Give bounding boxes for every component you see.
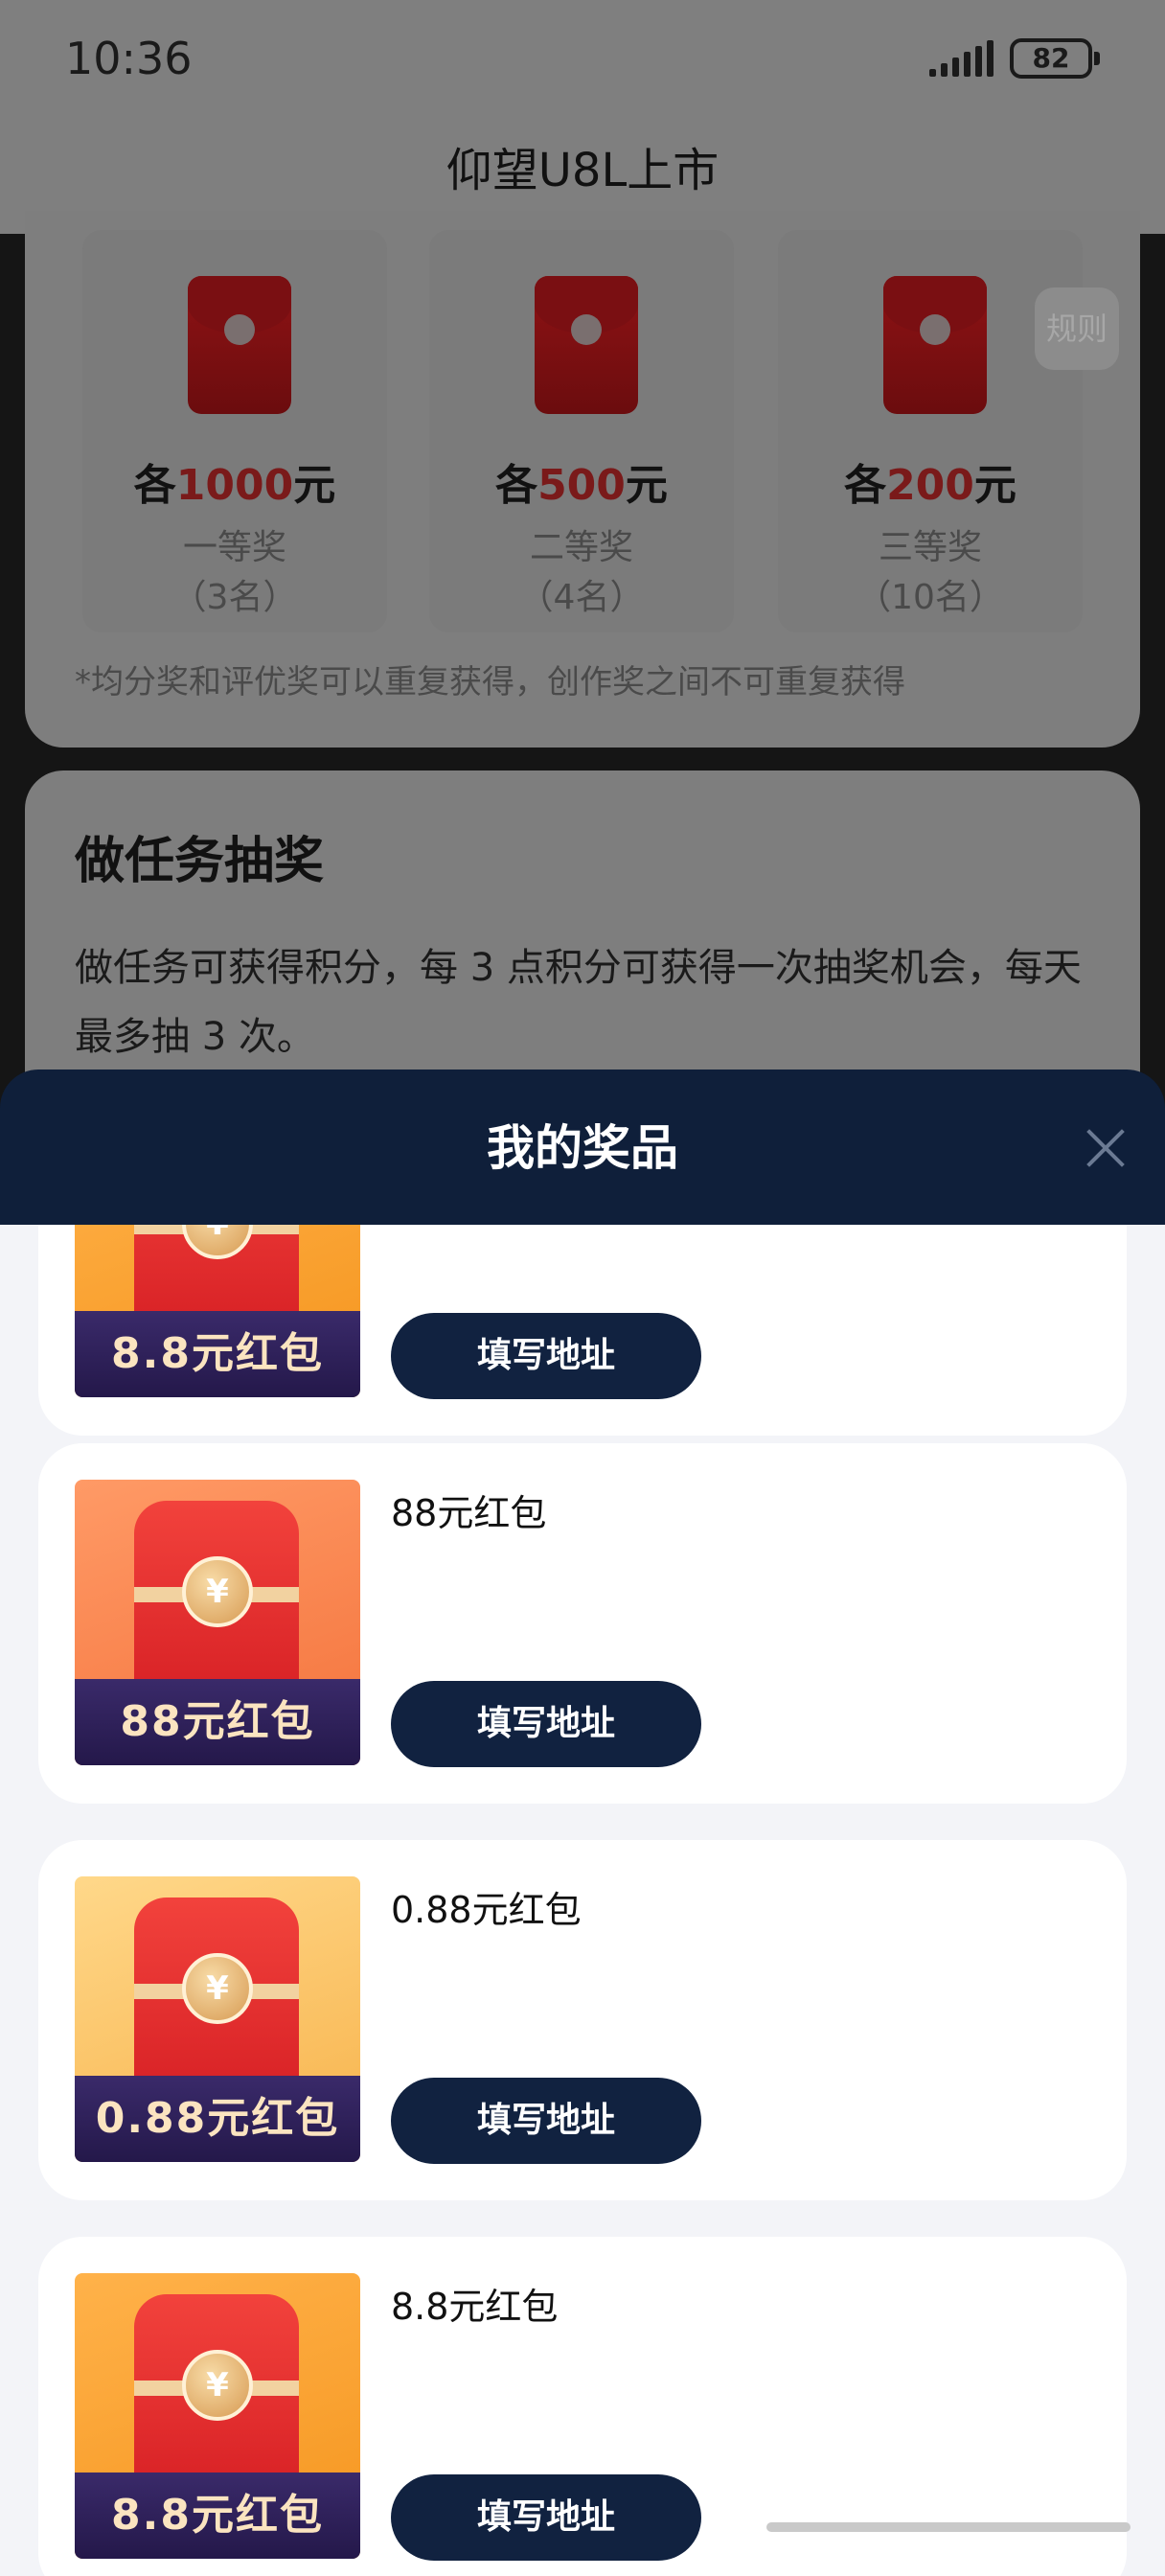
- task-title: 做任务抽奖: [75, 833, 325, 890]
- home-indicator[interactable]: [766, 2522, 1131, 2532]
- prize-pool-card: 各1000元 一等奖 （3名） 各500元 二等奖 （4名） 各200元 三等奖 （1…: [25, 211, 1140, 748]
- my-prizes-sheet-header: 我的奖品: [0, 1070, 1165, 1225]
- thumbnail-label: 8.8元红包: [75, 2472, 360, 2559]
- fill-address-button[interactable]: 填写地址: [391, 2474, 701, 2561]
- close-icon[interactable]: [1085, 1127, 1127, 1169]
- thumbnail-label: 8.8元红包: [75, 1311, 360, 1397]
- coin-icon: ¥: [182, 2350, 253, 2421]
- prize-thumbnail: ¥ 8.8元红包: [75, 1225, 360, 1397]
- fill-address-button[interactable]: 填写地址: [391, 1313, 701, 1399]
- prize-item: ¥ 88元红包 88元红包 填写地址: [38, 1443, 1127, 1804]
- prize-thumbnail: ¥ 8.8元红包: [75, 2273, 360, 2559]
- prize-rank: 三等奖 （10名）: [857, 528, 1004, 617]
- red-envelope-icon: [188, 276, 291, 414]
- fill-address-button[interactable]: 填写地址: [391, 2078, 701, 2164]
- prize-note: *均分奖和评优奖可以重复获得，创作奖之间不可重复获得: [75, 663, 905, 702]
- battery-icon: 82: [1010, 38, 1100, 79]
- prize-first: 各1000元 一等奖 （3名）: [82, 230, 387, 632]
- prize-name: 8.8元红包: [391, 2286, 559, 2328]
- fill-address-button[interactable]: 填写地址: [391, 1681, 701, 1767]
- my-prizes-list[interactable]: ¥ 8.8元红包 填写地址 ¥ 88元红包 88元红包 填写地址 ¥ 0.88元…: [0, 1225, 1165, 2576]
- prize-second: 各500元 二等奖 （4名）: [429, 230, 734, 632]
- prize-item: ¥ 0.88元红包 0.88元红包 填写地址: [38, 1840, 1127, 2200]
- thumbnail-label: 0.88元红包: [75, 2076, 360, 2162]
- prize-thumbnail: ¥ 0.88元红包: [75, 1876, 360, 2162]
- prize-item: ¥ 8.8元红包 填写地址: [38, 1225, 1127, 1436]
- page-title: 仰望U8L上市: [445, 144, 720, 197]
- red-envelope-icon: [535, 276, 638, 414]
- prize-amount: 各1000元: [133, 461, 336, 510]
- status-bar: 10:36 82: [0, 0, 1165, 119]
- prize-amount: 各200元: [844, 461, 1017, 510]
- prize-name: 0.88元红包: [391, 1889, 582, 1931]
- prize-rank: 一等奖 （3名）: [171, 528, 298, 617]
- red-envelope-icon: [883, 276, 987, 414]
- clock: 10:36: [65, 33, 193, 84]
- task-description: 做任务可获得积分，每 3 点积分可获得一次抽奖机会，每天最多抽 3 次。: [75, 946, 1082, 1059]
- prize-name: 88元红包: [391, 1492, 547, 1534]
- thumbnail-label: 88元红包: [75, 1679, 360, 1765]
- prize-rank: 二等奖 （4名）: [518, 528, 645, 617]
- prize-amount: 各500元: [495, 461, 668, 510]
- prize-thumbnail: ¥ 88元红包: [75, 1480, 360, 1765]
- sheet-title: 我的奖品: [487, 1120, 678, 1176]
- signal-icon: [929, 40, 996, 77]
- coin-icon: ¥: [182, 1556, 253, 1627]
- prize-third: 各200元 三等奖 （10名）: [778, 230, 1083, 632]
- rules-button[interactable]: 规则: [1035, 288, 1119, 370]
- coin-icon: ¥: [182, 1953, 253, 2024]
